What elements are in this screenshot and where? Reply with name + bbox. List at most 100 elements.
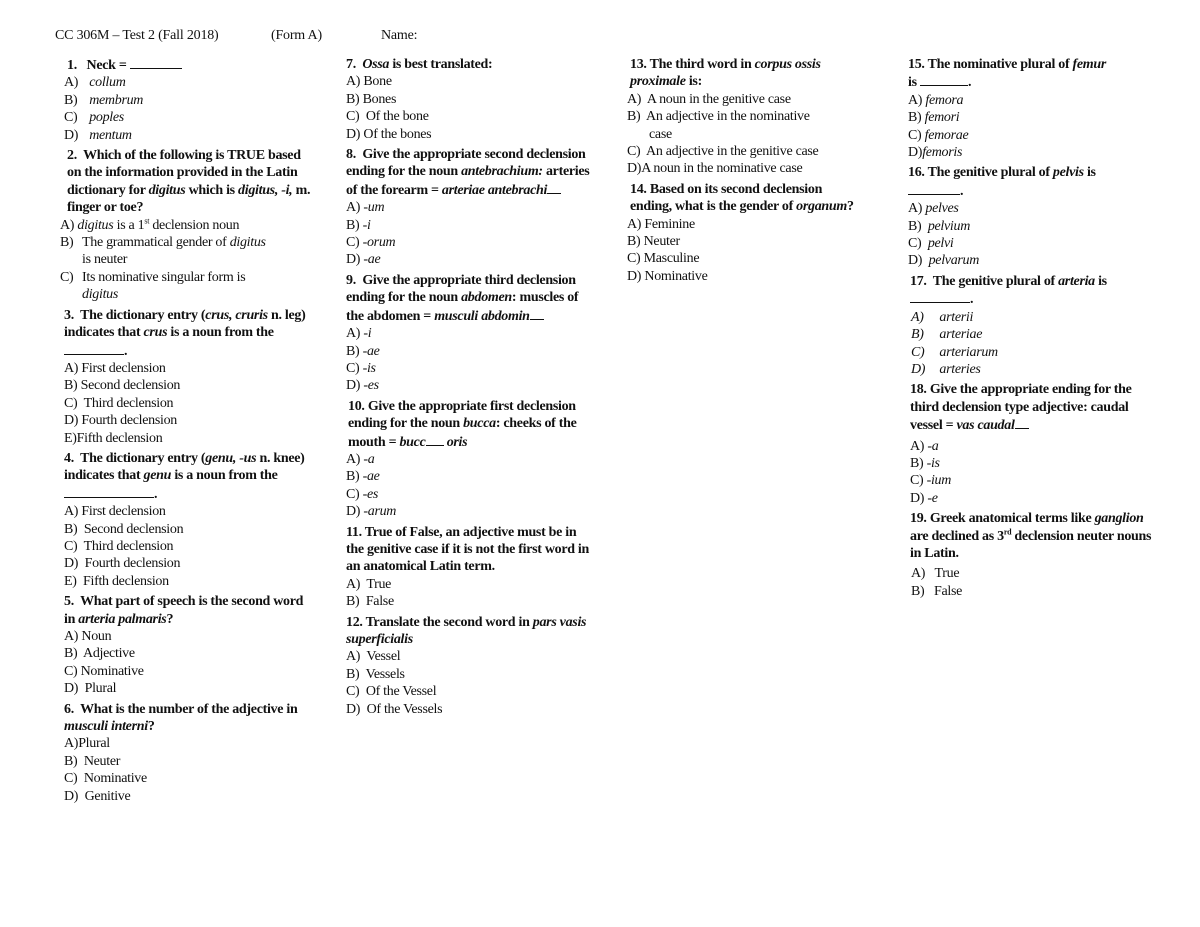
option[interactable]: B) Vessels [346, 666, 591, 683]
option[interactable]: E) Fifth declension [64, 573, 314, 590]
option[interactable]: C) Nominative [64, 770, 314, 787]
option[interactable]: D)femoris [908, 144, 1153, 161]
option[interactable]: D)A noun in the nominative case [627, 160, 867, 177]
option[interactable]: C) Masculine [627, 250, 867, 267]
option[interactable]: B) -ae [346, 343, 591, 360]
option[interactable]: A) arterii [908, 309, 1153, 326]
question-text: 13. The third word in corpus ossis proxi… [627, 56, 867, 91]
text: Bones [362, 91, 397, 107]
option[interactable]: A) Vessel [346, 648, 591, 665]
text: arteria palmaris [78, 611, 167, 627]
option[interactable]: A) Noun [64, 628, 314, 645]
option[interactable]: C) Third declension [64, 395, 314, 412]
option[interactable]: C) Nominative [64, 663, 314, 680]
question-13: 13. The third word in corpus ossis proxi… [627, 56, 867, 178]
option[interactable]: D) Fourth declension [64, 412, 314, 429]
text: D) [911, 362, 933, 377]
option[interactable]: A) collum [64, 74, 314, 91]
option[interactable]: B) -ae [346, 468, 591, 485]
text: D) [908, 253, 923, 269]
option[interactable]: B) False [908, 583, 1153, 600]
option[interactable]: E)Fifth declension [64, 430, 314, 447]
option[interactable]: C) -orum [346, 234, 591, 251]
option[interactable]: C) An adjective in the genitive case [627, 143, 867, 160]
question-10: 10. Give the appropriate first declensio… [346, 398, 591, 521]
question-12: 12. Translate the second word in pars va… [346, 614, 591, 718]
option[interactable]: B) femori [908, 109, 1153, 126]
option[interactable]: D) pelvarum [908, 252, 1153, 269]
option[interactable]: A) A noun in the genitive case [627, 91, 867, 108]
option[interactable]: C) Of the Vessel [346, 683, 591, 700]
option[interactable]: D) Of the Vessels [346, 701, 591, 718]
question-14: 14. Based on its second declension endin… [627, 181, 867, 285]
option[interactable]: B) Second declension [64, 377, 314, 394]
option[interactable]: B) pelvium [908, 218, 1153, 235]
option[interactable]: D) Plural [64, 680, 314, 697]
text: Third declension [83, 538, 174, 554]
text: femori [924, 110, 960, 126]
option[interactable]: A) -a [346, 451, 591, 468]
option[interactable]: B) Second declension [64, 521, 314, 538]
text: 9. [346, 272, 356, 288]
option[interactable]: A) True [908, 565, 1153, 582]
text: 15. [908, 57, 925, 72]
option[interactable]: D) Of the bones [346, 126, 591, 143]
option[interactable]: A) True [346, 576, 591, 593]
option[interactable]: C) arteriarum [908, 344, 1153, 361]
option[interactable]: D) Fourth declension [64, 555, 314, 572]
option[interactable]: C) pelvi [908, 235, 1153, 252]
option[interactable]: B) Bones [346, 91, 591, 108]
text: A) [908, 92, 923, 108]
option[interactable]: C) Of the bone [346, 108, 591, 125]
option[interactable]: B) The grammatical gender of digitus is ne… [60, 234, 314, 269]
option[interactable]: D) Genitive [64, 788, 314, 805]
option[interactable]: D) mentum [64, 127, 314, 144]
option[interactable]: A) Bone [346, 73, 591, 90]
option[interactable]: C) poples [64, 109, 314, 126]
text: B) [346, 91, 360, 107]
text: A) [911, 309, 924, 325]
text: -arum [363, 504, 397, 520]
option[interactable]: C) Third declension [64, 538, 314, 555]
option[interactable]: B) arteriae [908, 326, 1153, 343]
option[interactable]: D) -ae [346, 251, 591, 268]
text: is a noun from the [174, 468, 278, 484]
text: Nominative [644, 268, 708, 284]
text: arterii [939, 309, 974, 325]
option[interactable]: C) femorae [908, 127, 1153, 144]
option[interactable]: C) -es [346, 486, 591, 503]
text: femur [1072, 57, 1107, 72]
option[interactable]: B) False [346, 593, 591, 610]
option[interactable]: A) Feminine [627, 216, 867, 233]
option[interactable]: B) An adjective in the nominative case [627, 108, 867, 143]
option[interactable]: A) -i [346, 325, 591, 342]
option[interactable]: D) arteries [908, 361, 1153, 378]
option[interactable]: A) -um [346, 199, 591, 216]
option[interactable]: A) First declension [64, 360, 314, 377]
option[interactable]: B) membrum [64, 92, 314, 109]
option[interactable]: C) -ium [908, 472, 1153, 489]
option[interactable]: A) -a [908, 438, 1153, 455]
option[interactable]: D) -arum [346, 503, 591, 520]
text: C) [346, 235, 360, 251]
option[interactable]: C) -is [346, 360, 591, 377]
text: mentum [89, 127, 132, 143]
option[interactable]: B) -i [346, 217, 591, 234]
text: B) [908, 218, 922, 234]
text: B) [64, 753, 78, 769]
option[interactable]: B) Adjective [64, 645, 314, 662]
option[interactable]: C) Its nominative singular form is digitus [60, 269, 314, 304]
option[interactable]: B) Neuter [64, 753, 314, 770]
option[interactable]: D) Nominative [627, 268, 867, 285]
text: is a noun from the [170, 325, 274, 341]
option[interactable]: A) digitus is a 1st declension noun [60, 217, 314, 234]
option[interactable]: B) Neuter [627, 233, 867, 250]
option[interactable]: A) femora [908, 92, 1153, 109]
option[interactable]: D) -e [908, 490, 1153, 507]
option[interactable]: B) -is [908, 455, 1153, 472]
option[interactable]: A) pelves [908, 200, 1153, 217]
text: oris [446, 434, 468, 450]
option[interactable]: D) -es [346, 377, 591, 394]
option[interactable]: A)Plural [64, 735, 314, 752]
option[interactable]: A) First declension [64, 503, 314, 520]
